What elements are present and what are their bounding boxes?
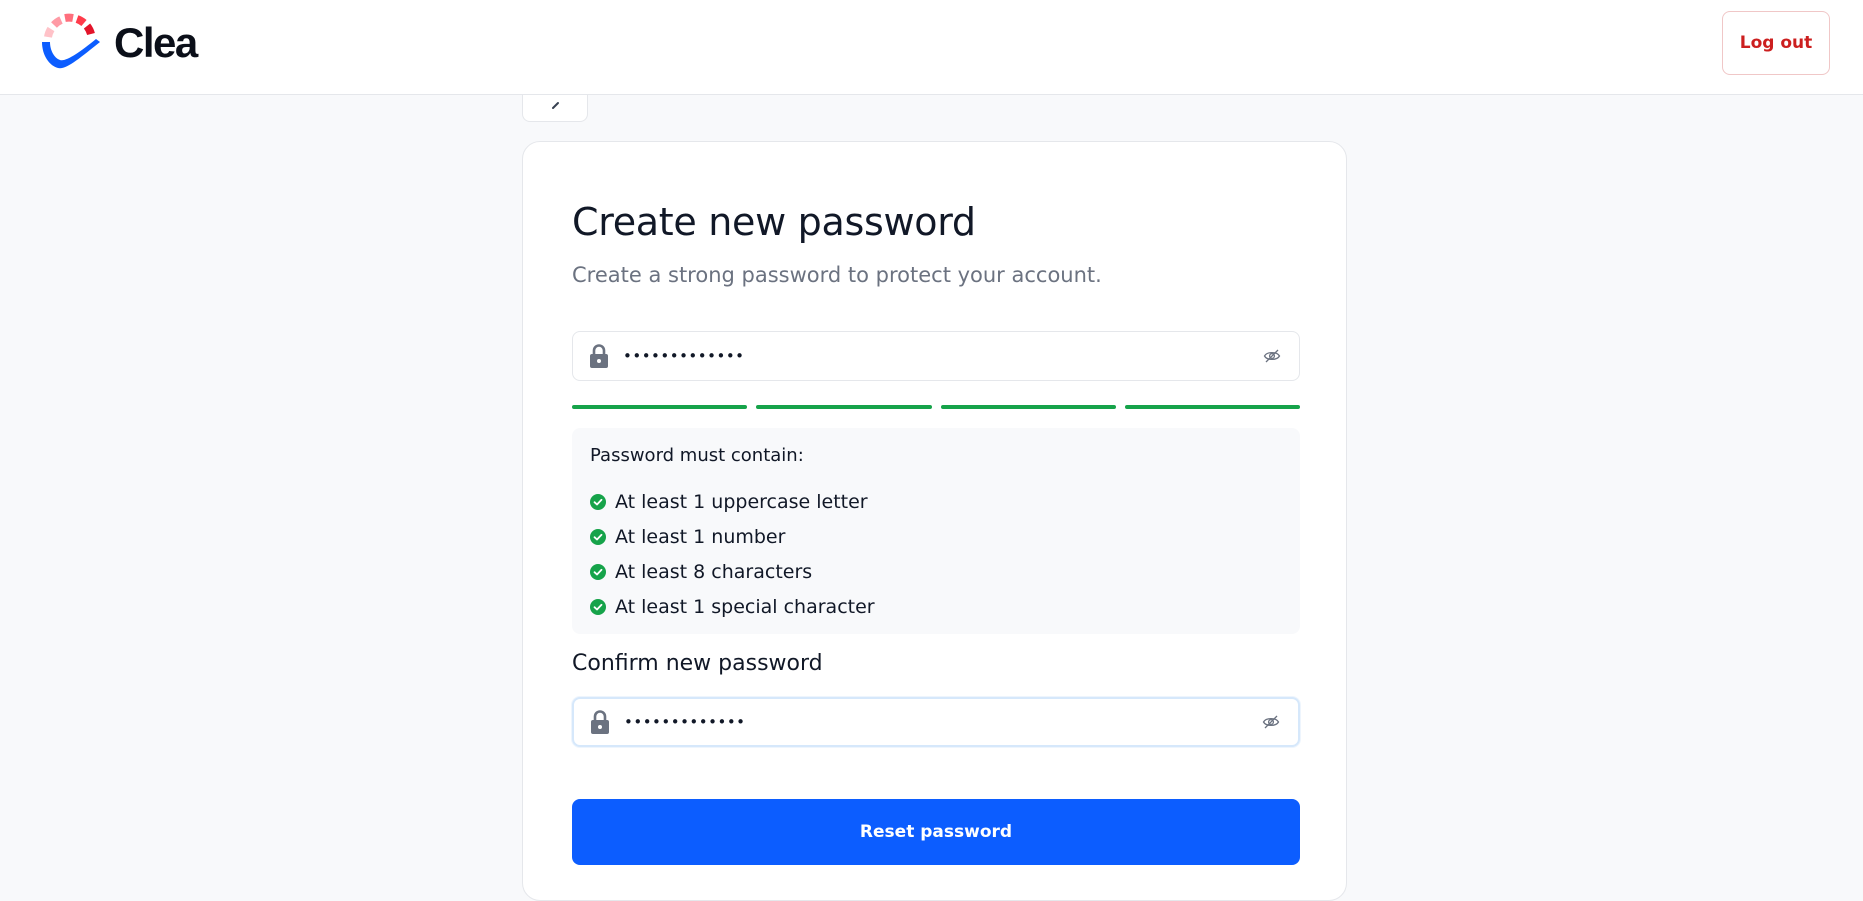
requirement-item: At least 8 characters bbox=[590, 554, 875, 589]
chevron-left-icon bbox=[552, 102, 559, 109]
page-subtitle: Create a strong password to protect your… bbox=[572, 263, 1102, 287]
check-circle-icon bbox=[590, 598, 606, 615]
eye-off-icon[interactable] bbox=[1262, 714, 1280, 730]
reset-password-card: Create new password Create a strong pass… bbox=[522, 141, 1347, 901]
clea-logo-mark bbox=[42, 13, 100, 69]
eye-off-icon[interactable] bbox=[1263, 348, 1281, 364]
requirement-item: At least 1 special character bbox=[590, 589, 875, 624]
requirement-label: At least 8 characters bbox=[615, 560, 813, 583]
requirement-item: At least 1 uppercase letter bbox=[590, 484, 875, 519]
confirm-password-label: Confirm new password bbox=[572, 651, 823, 676]
requirement-label: At least 1 special character bbox=[615, 595, 875, 618]
clea-logo[interactable]: Clea bbox=[38, 12, 198, 74]
strength-segment bbox=[940, 405, 1116, 409]
page-title: Create new password bbox=[572, 200, 976, 244]
strength-segment bbox=[572, 405, 748, 409]
top-bar: Clea Log out bbox=[0, 0, 1863, 95]
new-password-field[interactable]: ••••••••••••• bbox=[572, 331, 1300, 381]
strength-segment bbox=[756, 405, 932, 409]
check-circle-icon bbox=[590, 563, 606, 580]
requirement-item: At least 1 number bbox=[590, 519, 875, 554]
confirm-password-value[interactable]: ••••••••••••• bbox=[624, 713, 1262, 731]
strength-segment bbox=[1124, 405, 1300, 409]
new-password-value[interactable]: ••••••••••••• bbox=[623, 347, 1263, 365]
brand-name: Clea bbox=[114, 19, 198, 66]
requirement-label: At least 1 number bbox=[615, 525, 786, 548]
lock-icon bbox=[591, 710, 609, 734]
password-requirements: Password must contain: At least 1 upperc… bbox=[572, 428, 1300, 634]
requirement-label: At least 1 uppercase letter bbox=[615, 490, 868, 513]
check-circle-icon bbox=[590, 528, 606, 545]
lock-icon bbox=[590, 344, 608, 368]
confirm-password-field[interactable]: ••••••••••••• bbox=[572, 697, 1300, 747]
reset-password-button[interactable]: Reset password bbox=[572, 799, 1300, 865]
password-strength-meter bbox=[572, 405, 1300, 409]
logout-button[interactable]: Log out bbox=[1722, 11, 1830, 75]
check-circle-icon bbox=[590, 493, 606, 510]
requirements-list: At least 1 uppercase letter At least 1 n… bbox=[590, 484, 875, 624]
requirements-title: Password must contain: bbox=[590, 445, 804, 466]
